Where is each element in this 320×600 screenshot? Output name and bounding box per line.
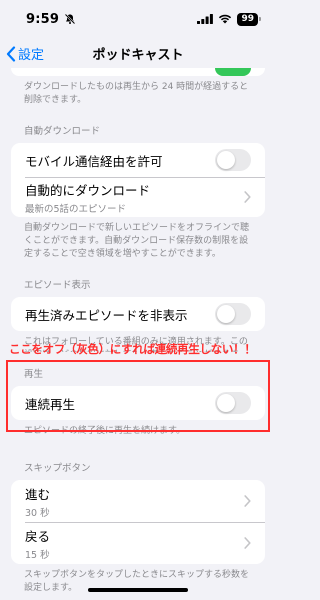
row-sub: 30 秒 (25, 507, 50, 519)
cellular-download-toggle[interactable] (215, 149, 251, 171)
settings-list: ダウンロードしたものは再生から 24 時間が経過すると削除できます。 自動ダウン… (0, 68, 276, 595)
playback-header: 再生 (24, 369, 44, 380)
hide-played-toggle[interactable] (215, 303, 251, 325)
auto-download-footer: 自動ダウンロードで新しいエピソードをオフラインで聴くことができます。自動ダウンロ… (24, 223, 250, 259)
status-bar: 9:59 99 (0, 0, 276, 38)
row-label: 自動的にダウンロード (25, 182, 151, 198)
chevron-left-icon (6, 45, 16, 62)
chevron-right-icon (244, 191, 251, 203)
signal-icon (197, 14, 214, 24)
row-skip-back[interactable]: 戻る 15 秒 (11, 522, 265, 564)
top-partial-group (11, 68, 265, 76)
continuous-play-toggle[interactable] (215, 392, 251, 414)
row-label: 連続再生 (25, 396, 76, 412)
wifi-icon (219, 14, 232, 24)
skip-buttons-group: 進む 30 秒 戻る 15 秒 (11, 480, 265, 564)
row-sub: 最新の5話のエピソード (25, 203, 127, 215)
back-label: 設定 (18, 48, 45, 63)
playback-footer: エピソードの終了後に再生を続けます。 (24, 426, 186, 436)
row-continuous-play[interactable]: 連続再生 (11, 386, 265, 420)
episode-display-header: エピソード表示 (24, 280, 91, 291)
row-skip-forward[interactable]: 進む 30 秒 (11, 480, 265, 522)
row-label: 再生済みエピソードを非表示 (25, 307, 188, 323)
row-hide-played[interactable]: 再生済みエピソードを非表示 (11, 297, 265, 331)
playback-group: 連続再生 (11, 386, 265, 420)
auto-download-header: 自動ダウンロード (24, 126, 101, 137)
row-auto-download[interactable]: 自動的にダウンロード 最新の5話のエピソード (11, 177, 265, 217)
navigation-bar: 設定 ポッドキャスト (0, 38, 276, 68)
skip-buttons-header: スキップボタン (24, 463, 91, 474)
row-label: モバイル通信経由を許可 (25, 153, 163, 169)
chevron-right-icon (244, 537, 251, 549)
home-indicator (88, 588, 188, 592)
row-label: 戻る (25, 528, 51, 544)
row-cellular-download[interactable]: モバイル通信経由を許可 (11, 143, 265, 177)
top-toggle[interactable] (215, 68, 251, 76)
annotation-text: ここをオフ（灰色）にすれば連続再生しない！！ (9, 342, 256, 356)
top-footer: ダウンロードしたものは再生から 24 時間が経過すると削除できます。 (24, 82, 249, 105)
auto-download-group: モバイル通信経由を許可 自動的にダウンロード 最新の5話のエピソード (11, 143, 265, 217)
bell-slash-icon (64, 13, 76, 25)
status-time: 9:59 (26, 11, 60, 27)
battery-icon: 99 (237, 12, 261, 26)
episode-display-group: 再生済みエピソードを非表示 (11, 297, 265, 331)
row-sub: 15 秒 (25, 549, 50, 561)
back-button[interactable]: 設定 (6, 44, 44, 63)
row-label: 進む (25, 486, 51, 502)
chevron-right-icon (244, 495, 251, 507)
page-title: ポッドキャスト (92, 47, 184, 63)
